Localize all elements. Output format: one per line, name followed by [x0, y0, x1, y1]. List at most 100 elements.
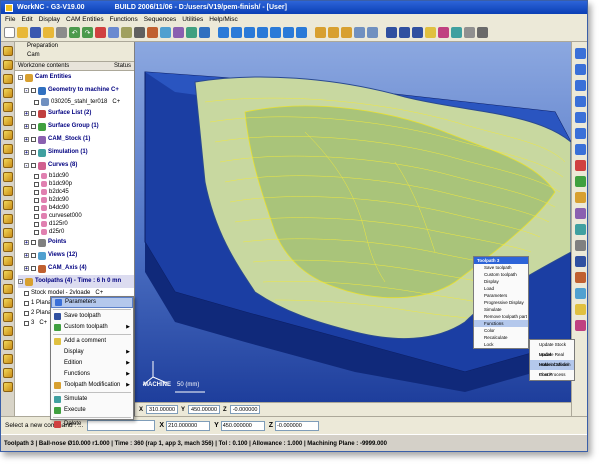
- collapse-icon[interactable]: -: [24, 88, 29, 94]
- undo-icon[interactable]: ↶: [69, 27, 80, 38]
- vp-x-value[interactable]: 310.00000: [146, 405, 179, 414]
- checkbox[interactable]: [34, 99, 39, 105]
- curve-icon[interactable]: [186, 27, 197, 38]
- surface-icon[interactable]: [199, 27, 210, 38]
- menu-item-delete[interactable]: Delete: [51, 419, 133, 430]
- checkbox[interactable]: [24, 310, 29, 316]
- menu-item-functions[interactable]: Functions ▶: [51, 369, 133, 380]
- collapse-icon[interactable]: -: [18, 75, 23, 81]
- menu-item-edition[interactable]: Edition ▶: [51, 358, 133, 369]
- wireframe-icon[interactable]: [399, 27, 410, 38]
- floating-menu-item[interactable]: Simulate: [474, 306, 528, 313]
- checkbox[interactable]: [34, 181, 39, 187]
- function-icon[interactable]: [2, 368, 13, 378]
- menu-utilities[interactable]: Utilities: [182, 16, 203, 23]
- display-icon[interactable]: [575, 192, 586, 203]
- tree-points[interactable]: + Points: [18, 236, 134, 249]
- floating-submenu-item[interactable]: Post Process: [530, 370, 574, 380]
- function-icon[interactable]: [2, 214, 13, 224]
- expand-icon[interactable]: +: [24, 266, 29, 272]
- checkbox[interactable]: [24, 320, 29, 326]
- floating-menu-item[interactable]: Lock: [474, 341, 528, 348]
- menu-item-save-toolpath[interactable]: Save toolpath: [51, 311, 133, 322]
- expand-icon[interactable]: +: [24, 137, 29, 143]
- zoom-out-icon[interactable]: [341, 27, 352, 38]
- checkbox[interactable]: [31, 124, 36, 129]
- function-icon[interactable]: [2, 284, 13, 294]
- floating-submenu-item[interactable]: Update Real Material Model: [530, 350, 574, 367]
- function-icon[interactable]: [2, 74, 13, 84]
- function-icon[interactable]: [2, 228, 13, 238]
- checkbox[interactable]: [24, 290, 29, 296]
- display-icon[interactable]: [575, 240, 586, 251]
- zoom-in-icon[interactable]: [328, 27, 339, 38]
- color-icon[interactable]: [438, 27, 449, 38]
- checkbox[interactable]: [34, 173, 39, 179]
- tree-surface-list[interactable]: + Surface List (2): [18, 107, 134, 120]
- checkbox[interactable]: [31, 266, 36, 271]
- view-iso2-icon[interactable]: [270, 27, 281, 38]
- floating-menu-item[interactable]: Custom toolpath: [474, 271, 528, 278]
- function-icon[interactable]: [2, 354, 13, 364]
- tree-views[interactable]: + Views (12): [18, 249, 134, 262]
- menu-cam-entities[interactable]: CAM Entities: [66, 16, 104, 23]
- redo-icon[interactable]: ↷: [82, 27, 93, 38]
- function-icon[interactable]: [2, 144, 13, 154]
- function-icon[interactable]: [2, 256, 13, 266]
- checkbox[interactable]: [31, 240, 36, 245]
- tab-cam[interactable]: Cam: [27, 51, 134, 60]
- expand-icon[interactable]: +: [24, 240, 29, 246]
- tree-cam-entities[interactable]: - Cam Entities: [18, 71, 134, 84]
- expand-icon[interactable]: +: [24, 111, 29, 117]
- menu-item-parameters[interactable]: Parameters: [51, 297, 133, 308]
- tree-toolpaths[interactable]: - Toolpaths (4) - Time : 6 h 0 mn: [18, 275, 134, 288]
- display-icon[interactable]: [575, 320, 586, 331]
- menu-help[interactable]: Help/Misc: [209, 16, 238, 23]
- menu-item-toolpath-modification[interactable]: Toolpath Modification ▶: [51, 380, 133, 391]
- print-icon[interactable]: [56, 27, 67, 38]
- grid-icon[interactable]: [464, 27, 475, 38]
- checkbox[interactable]: [34, 213, 39, 219]
- light-icon[interactable]: [425, 27, 436, 38]
- save-icon[interactable]: [30, 27, 41, 38]
- points-icon[interactable]: [173, 27, 184, 38]
- floating-menu-item[interactable]: Load: [474, 285, 528, 292]
- function-icon[interactable]: [2, 88, 13, 98]
- function-icon[interactable]: [2, 340, 13, 350]
- view-front-icon[interactable]: [231, 27, 242, 38]
- expand-icon[interactable]: +: [24, 124, 29, 130]
- floating-menu-item[interactable]: Recalculate: [474, 334, 528, 341]
- checkbox[interactable]: [34, 197, 39, 203]
- display-icon[interactable]: [575, 160, 586, 171]
- display-icon[interactable]: [575, 208, 586, 219]
- function-icon[interactable]: [2, 158, 13, 168]
- checkbox[interactable]: [31, 111, 36, 116]
- view-icon[interactable]: [575, 128, 586, 139]
- floating-menu-item[interactable]: Parameters: [474, 292, 528, 299]
- expand-icon[interactable]: +: [24, 253, 29, 259]
- tree-curve-item[interactable]: curveset000: [18, 212, 134, 220]
- checkbox[interactable]: [24, 300, 29, 306]
- tree-curve-item[interactable]: b2dc90: [18, 196, 134, 204]
- z-value-field[interactable]: -0.000000: [275, 420, 320, 431]
- function-icon[interactable]: [2, 46, 13, 56]
- menu-item-display[interactable]: Display ▶: [51, 347, 133, 358]
- tree-geometry-file[interactable]: 030205_stahl_ter018 C+: [18, 97, 134, 107]
- function-icon[interactable]: [2, 130, 13, 140]
- function-icon[interactable]: [2, 186, 13, 196]
- view-back-icon[interactable]: [296, 27, 307, 38]
- view-top-icon[interactable]: [218, 27, 229, 38]
- layer-icon[interactable]: [108, 27, 119, 38]
- checkbox[interactable]: [31, 137, 36, 142]
- plane-icon[interactable]: [160, 27, 171, 38]
- checkbox[interactable]: [34, 205, 39, 211]
- x-value-field[interactable]: 210.000000: [166, 420, 211, 431]
- function-icon[interactable]: [2, 312, 13, 322]
- checkbox[interactable]: [34, 221, 39, 227]
- view-iso-icon[interactable]: [257, 27, 268, 38]
- tree-curve-item[interactable]: b1dc90: [18, 172, 134, 180]
- expand-icon[interactable]: +: [24, 150, 29, 156]
- checkbox[interactable]: [31, 150, 36, 155]
- vp-z-value[interactable]: -0.000000: [229, 405, 261, 414]
- checkbox[interactable]: [34, 229, 39, 235]
